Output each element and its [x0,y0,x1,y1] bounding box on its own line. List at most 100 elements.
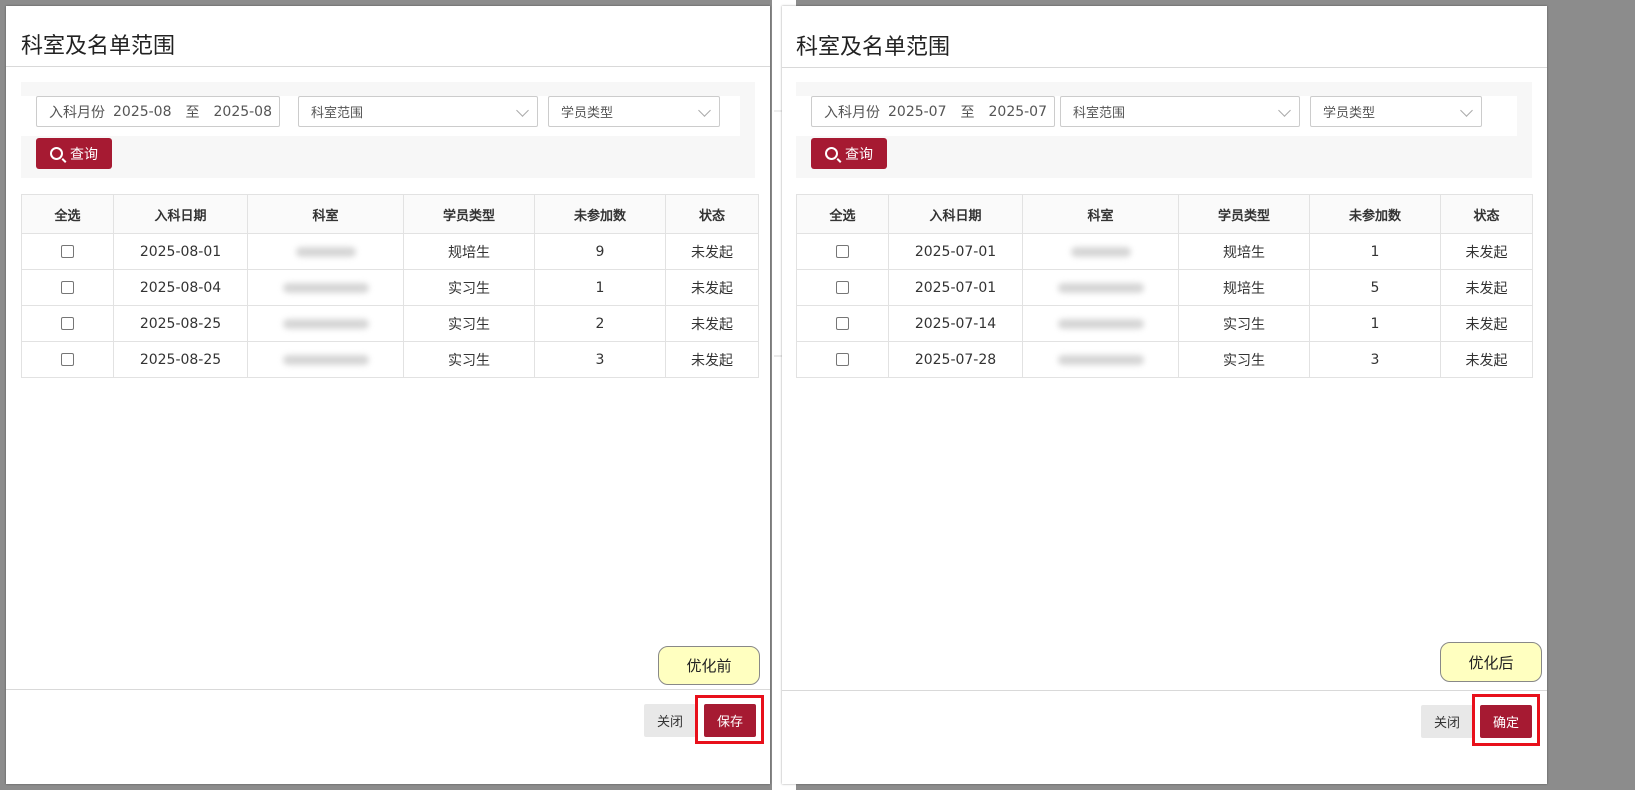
header-select-all[interactable]: 全选 [21,194,114,234]
highlight-frame [1472,694,1540,746]
row-status: 未发起 [1440,269,1533,306]
row-status: 未发起 [665,269,759,306]
row-checkbox[interactable] [836,317,849,330]
row-count: 3 [1309,341,1441,378]
row-count: 1 [1309,305,1441,342]
month-to[interactable]: 2025-07 [989,104,1048,120]
row-status: 未发起 [1440,305,1533,342]
row-checkbox[interactable] [61,317,74,330]
header-status: 状态 [665,194,759,234]
header-select-all[interactable]: 全选 [796,194,889,234]
table-row[interactable]: 2025-07-01 规培生 5 未发起 [796,269,1533,306]
dept-select[interactable]: 科室范围 [1060,96,1300,127]
filter-bar: 入科月份 2025-07 至 2025-07 科室范围 学员类型 查询 [796,82,1532,178]
search-icon [50,147,63,160]
month-to[interactable]: 2025-08 [214,104,273,120]
row-checkbox[interactable] [61,353,74,366]
dept-select[interactable]: 科室范围 [298,96,538,127]
note-after: 优化后 [1440,642,1542,682]
row-date: 2025-08-04 [113,269,248,306]
result-table: 全选 入科日期 科室 学员类型 未参加数 状态 2025-08-01 规培生 9… [21,194,759,378]
month-sep: 至 [185,104,200,121]
row-type: 实习生 [1178,305,1310,342]
dialog-before: 科室及名单范围 入科月份 2025-08 至 2025-08 科室范围 学员类型… [6,6,770,784]
dialog-title: 科室及名单范围 [21,34,176,59]
row-date: 2025-07-14 [888,305,1023,342]
chevron-down-icon [1278,104,1291,117]
header-dept: 科室 [247,194,404,234]
result-table: 全选 入科日期 科室 学员类型 未参加数 状态 2025-07-01 规培生 1… [796,194,1533,378]
row-status: 未发起 [1440,233,1533,270]
table-row[interactable]: 2025-08-01 规培生 9 未发起 [21,233,759,270]
row-checkbox[interactable] [836,281,849,294]
table-header-row: 全选 入科日期 科室 学员类型 未参加数 状态 [796,194,1533,234]
row-count: 1 [534,269,666,306]
dialog-after: 科室及名单范围 入科月份 2025-07 至 2025-07 科室范围 学员类型… [782,6,1547,784]
header-date: 入科日期 [888,194,1023,234]
dept-select-placeholder: 科室范围 [311,106,364,121]
month-sep: 至 [960,104,975,121]
row-dept-blurred [1022,305,1179,342]
footer-divider [6,689,770,690]
month-range-input[interactable]: 入科月份 2025-08 至 2025-08 [36,96,280,127]
header-count: 未参加数 [534,194,666,234]
close-button[interactable]: 关闭 [644,704,696,737]
table-row[interactable]: 2025-07-28 实习生 3 未发起 [796,341,1533,378]
row-type: 实习生 [403,341,535,378]
month-from[interactable]: 2025-08 [113,104,172,120]
query-button-label: 查询 [70,146,98,163]
row-count: 5 [1309,269,1441,306]
row-checkbox[interactable] [61,245,74,258]
query-button-label: 查询 [845,146,873,163]
header-count: 未参加数 [1309,194,1441,234]
row-checkbox[interactable] [836,353,849,366]
month-range-input[interactable]: 入科月份 2025-07 至 2025-07 [811,96,1055,127]
row-checkbox[interactable] [836,245,849,258]
header-dept: 科室 [1022,194,1179,234]
row-checkbox[interactable] [61,281,74,294]
row-date: 2025-07-01 [888,269,1023,306]
table-row[interactable]: 2025-07-01 规培生 1 未发起 [796,233,1533,270]
table-header-row: 全选 入科日期 科室 学员类型 未参加数 状态 [21,194,759,234]
dialog-title: 科室及名单范围 [796,35,951,60]
table-row[interactable]: 2025-07-14 实习生 1 未发起 [796,305,1533,342]
row-status: 未发起 [1440,341,1533,378]
table-row[interactable]: 2025-08-04 实习生 1 未发起 [21,269,759,306]
title-divider [782,67,1547,68]
query-button[interactable]: 查询 [811,138,887,169]
filter-bar: 入科月份 2025-08 至 2025-08 科室范围 学员类型 查询 [21,82,755,178]
row-status: 未发起 [665,305,759,342]
footer-divider [782,690,1547,691]
row-count: 3 [534,341,666,378]
row-type: 实习生 [403,269,535,306]
row-dept-blurred [247,305,404,342]
month-label: 入科月份 [824,104,880,121]
row-dept-blurred [247,341,404,378]
close-button[interactable]: 关闭 [1421,705,1473,738]
row-count: 2 [534,305,666,342]
row-date: 2025-07-01 [888,233,1023,270]
row-type: 实习生 [403,305,535,342]
row-dept-blurred [247,233,404,270]
chevron-down-icon [698,104,711,117]
row-status: 未发起 [665,233,759,270]
query-button[interactable]: 查询 [36,138,112,169]
table-row[interactable]: 2025-08-25 实习生 2 未发起 [21,305,759,342]
row-dept-blurred [1022,233,1179,270]
row-type: 规培生 [1178,269,1310,306]
student-type-select[interactable]: 学员类型 [548,96,720,127]
row-type: 规培生 [403,233,535,270]
search-icon [825,147,838,160]
type-select-placeholder: 学员类型 [561,106,614,121]
month-label: 入科月份 [49,104,105,121]
chevron-down-icon [516,104,529,117]
type-select-placeholder: 学员类型 [1323,106,1376,121]
student-type-select[interactable]: 学员类型 [1310,96,1482,127]
row-status: 未发起 [665,341,759,378]
row-type: 规培生 [1178,233,1310,270]
table-row[interactable]: 2025-08-25 实习生 3 未发起 [21,341,759,378]
row-count: 9 [534,233,666,270]
header-type: 学员类型 [403,194,535,234]
month-from[interactable]: 2025-07 [888,104,947,120]
row-type: 实习生 [1178,341,1310,378]
